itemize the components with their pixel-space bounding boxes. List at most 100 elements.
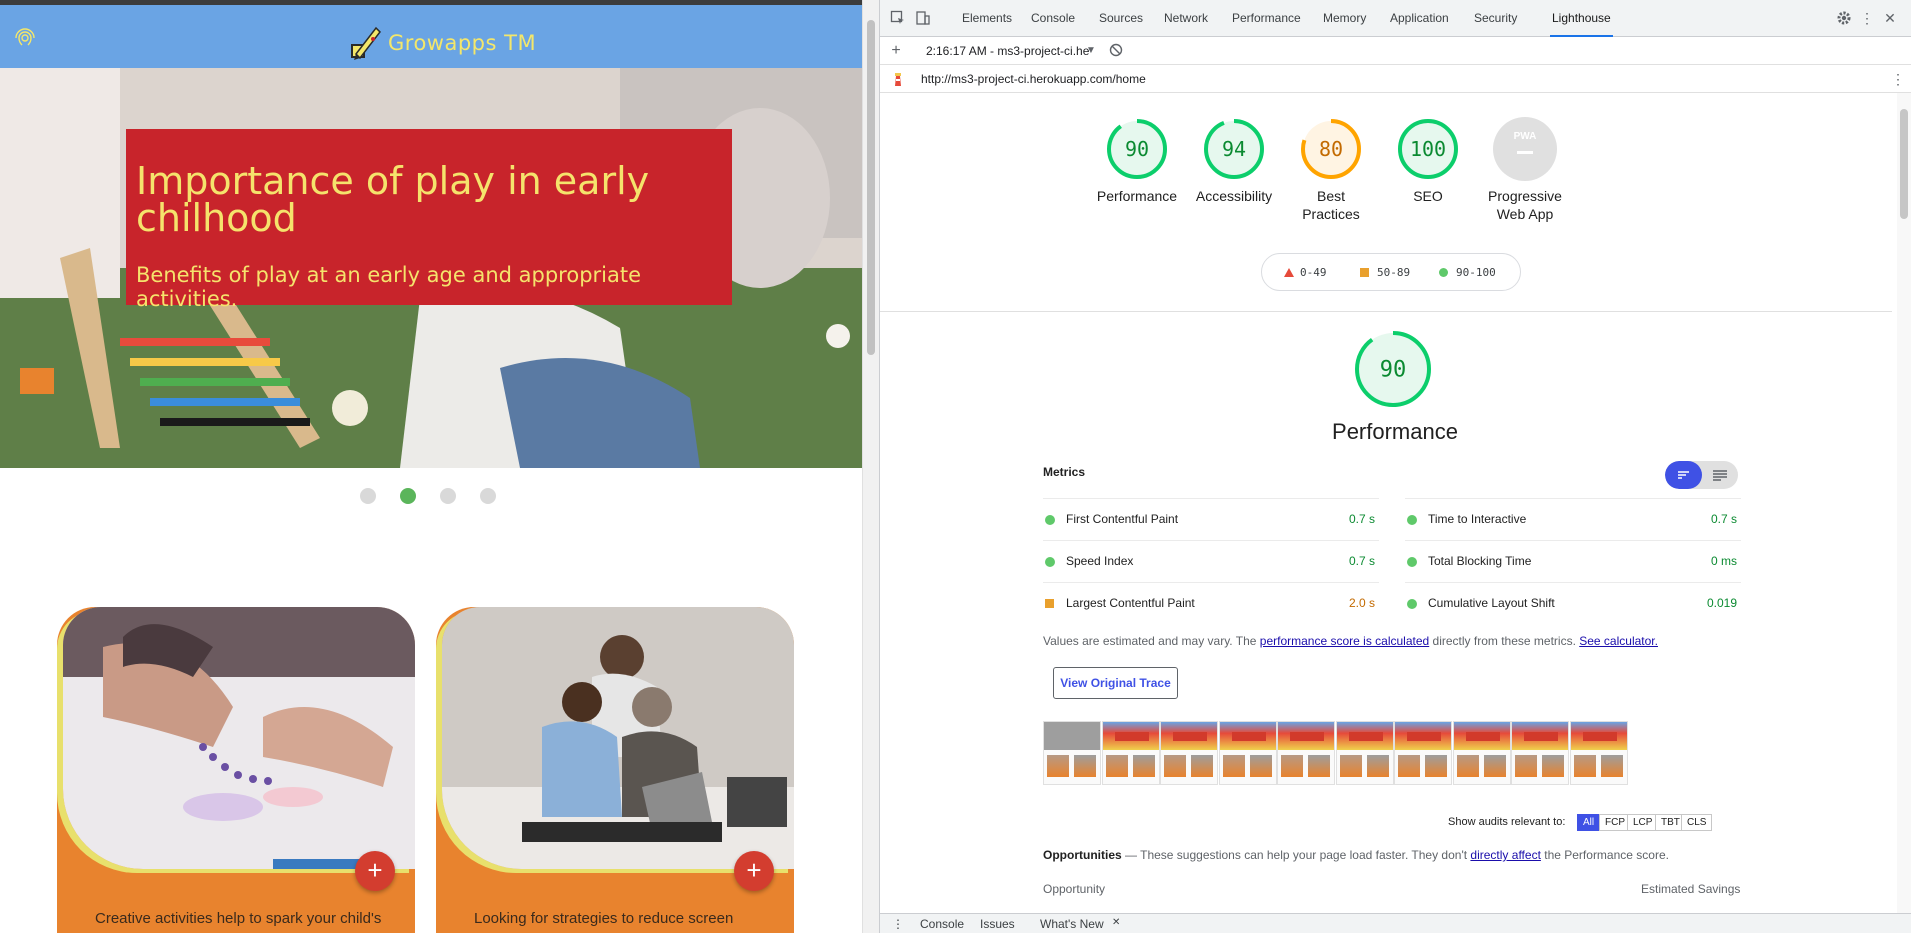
compact-list-icon — [1678, 471, 1689, 479]
tab-application[interactable]: Application — [1390, 0, 1449, 37]
audit-filter-chip-all[interactable]: All — [1577, 814, 1601, 831]
score-gauge-ring: 100 — [1398, 119, 1458, 179]
estimated-savings-column-header: Estimated Savings — [1641, 882, 1741, 896]
carousel-dot[interactable] — [360, 488, 376, 504]
drawer-tab-whats-new[interactable]: What's New — [1040, 917, 1104, 931]
frame-thumbnail-part — [1339, 755, 1362, 777]
lighthouse-toolbar: + 2:16:17 AM - ms3-project-ci.he ▼ — [880, 37, 1911, 65]
article-card[interactable]: + Creative activities help to spark your… — [57, 607, 415, 933]
drawer-menu-icon[interactable]: ⋮ — [892, 917, 904, 931]
site-header: Growapps TM — [0, 5, 862, 68]
filmstrip-frame — [1277, 721, 1335, 785]
clear-all-icon[interactable] — [1108, 43, 1124, 59]
filmstrip-frame — [1452, 721, 1511, 785]
tab-sources[interactable]: Sources — [1099, 0, 1143, 37]
score-gauge-ring: 94 — [1204, 119, 1264, 179]
metric-row: Cumulative Layout Shift 0.019 — [1405, 582, 1741, 624]
site-logo[interactable]: Growapps TM — [348, 23, 536, 63]
website-scrollbar-thumb[interactable] — [867, 20, 875, 355]
close-drawer-tab-icon[interactable]: ✕ — [1112, 917, 1120, 928]
metric-name: First Contentful Paint — [1066, 512, 1179, 526]
report-selector[interactable]: 2:16:17 AM - ms3-project-ci.he — [926, 44, 1089, 58]
average-square-icon — [1360, 268, 1369, 277]
see-calculator-link[interactable]: See calculator. — [1579, 634, 1658, 648]
frame-thumbnail-part — [1425, 755, 1447, 777]
audit-filter-chip-cls[interactable]: CLS — [1681, 814, 1713, 831]
pwa-badge-text: PWA — [1514, 131, 1537, 142]
inspect-element-icon[interactable] — [890, 10, 906, 26]
report-scrollbar-thumb[interactable] — [1900, 109, 1908, 219]
metric-value: 0.019 — [1706, 596, 1737, 610]
audited-url[interactable]: http://ms3-project-ci.herokuapp.com/home — [921, 72, 1146, 86]
settings-gear-icon[interactable] — [1836, 10, 1852, 26]
gauge-score: 90 — [1125, 137, 1149, 161]
device-toolbar-icon[interactable] — [915, 10, 931, 26]
card-expand-button[interactable]: + — [734, 851, 774, 891]
frame-thumbnail-part — [1191, 755, 1213, 777]
metric-value: 0.7 s — [1348, 554, 1375, 568]
performance-score-gauge: 90 — [1353, 329, 1433, 412]
expanded-list-icon[interactable] — [1702, 461, 1738, 489]
fingerprint-icon[interactable] — [14, 27, 36, 49]
frame-thumbnail-part — [1105, 755, 1128, 777]
tab-security[interactable]: Security — [1474, 0, 1517, 37]
devtools-drawer-bar: ⋮ Console Issues What's New ✕ — [880, 913, 1911, 933]
opportunities-header: Opportunities — These suggestions can he… — [1043, 848, 1669, 862]
metric-name: Cumulative Layout Shift — [1428, 596, 1555, 610]
more-options-icon[interactable]: ⋮ — [1859, 10, 1875, 26]
metric-row: Largest Contentful Paint 2.0 s — [1043, 582, 1379, 624]
metric-row: First Contentful Paint 0.7 s — [1043, 498, 1379, 540]
new-report-plus-icon[interactable]: + — [888, 43, 904, 59]
filmstrip-frame — [1335, 721, 1394, 785]
lighthouse-url-bar: http://ms3-project-ci.herokuapp.com/home… — [880, 65, 1911, 93]
tab-memory[interactable]: Memory — [1323, 0, 1366, 37]
carousel-indicators — [360, 488, 496, 504]
tab-performance[interactable]: Performance — [1232, 0, 1301, 37]
lighthouse-report: 90 Performance 94 Accessibility 80 Best … — [880, 93, 1892, 913]
frame-thumbnail-part — [1132, 755, 1155, 777]
frame-thumbnail-part — [1164, 755, 1186, 777]
audit-filter-chip-lcp[interactable]: LCP — [1627, 814, 1659, 831]
website-scrollbar[interactable] — [862, 0, 879, 933]
metric-value: 0 ms — [1710, 554, 1737, 568]
carousel-dot-active[interactable] — [400, 488, 416, 504]
frame-thumbnail-part — [1483, 755, 1506, 777]
carousel-dot[interactable] — [480, 488, 496, 504]
frame-thumbnail-part — [1515, 755, 1537, 777]
compact-view-button[interactable] — [1665, 461, 1702, 489]
view-original-trace-button[interactable]: View Original Trace — [1053, 667, 1178, 699]
report-scrollbar[interactable] — [1897, 93, 1911, 913]
metrics-view-toggle[interactable] — [1665, 461, 1738, 489]
tab-network[interactable]: Network — [1164, 0, 1208, 37]
score-gauge-ring: 90 — [1107, 119, 1167, 179]
card-expand-button[interactable]: + — [355, 851, 395, 891]
carousel-dot[interactable] — [440, 488, 456, 504]
dropdown-arrow-icon[interactable]: ▼ — [1083, 43, 1099, 59]
tab-console[interactable]: Console — [1031, 0, 1075, 37]
card-text: Looking for strategies to reduce screen — [474, 910, 734, 927]
metric-name: Time to Interactive — [1428, 512, 1527, 526]
tab-elements[interactable]: Elements — [962, 0, 1012, 37]
frame-thumbnail-part — [1047, 755, 1069, 777]
pass-circle-icon — [1045, 557, 1055, 567]
metric-name: Largest Contentful Paint — [1066, 596, 1195, 610]
directly-affect-link[interactable]: directly affect — [1470, 848, 1540, 862]
pwa-badge-icon: PWA — [1493, 117, 1557, 181]
filmstrip-frame — [1043, 721, 1101, 785]
frame-thumbnail-part — [1249, 755, 1272, 777]
gauge-pwa[interactable]: PWA Progressive Web App — [1465, 117, 1585, 223]
frame-thumbnail-part — [1173, 732, 1207, 741]
close-devtools-icon[interactable]: ✕ — [1882, 10, 1898, 26]
metric-value: 0.7 s — [1348, 512, 1375, 526]
section-divider — [880, 311, 1892, 312]
website-viewport: Growapps TM Importance of play in early … — [0, 0, 862, 933]
legend-pass: 90-100 — [1439, 266, 1496, 279]
frame-thumbnail-part — [1465, 732, 1500, 741]
report-menu-icon[interactable]: ⋮ — [1890, 71, 1906, 87]
drawer-tab-console[interactable]: Console — [920, 917, 964, 931]
article-card[interactable]: + Looking for strategies to reduce scree… — [436, 607, 794, 933]
tab-lighthouse[interactable]: Lighthouse — [1550, 0, 1613, 37]
score-calculation-link[interactable]: performance score is calculated — [1260, 634, 1429, 648]
metrics-disclaimer: Values are estimated and may vary. The p… — [1043, 634, 1658, 648]
drawer-tab-issues[interactable]: Issues — [980, 917, 1015, 931]
